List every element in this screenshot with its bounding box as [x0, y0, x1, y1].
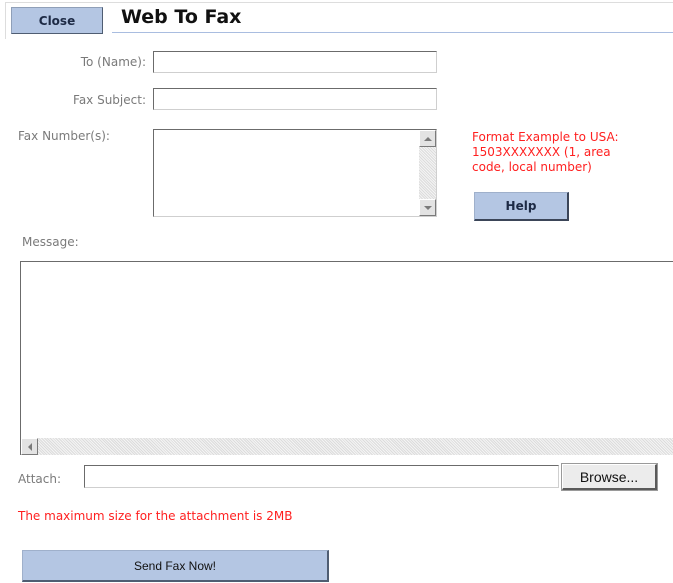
top-border — [5, 2, 673, 3]
fax-subject-label: Fax Subject: — [73, 93, 146, 107]
message-hscrollbar[interactable] — [21, 438, 673, 455]
scroll-up-icon[interactable] — [419, 130, 436, 147]
message-textarea[interactable] — [20, 261, 673, 455]
format-hint-line: Format Example to USA: — [472, 130, 619, 144]
attach-file-input[interactable] — [84, 465, 559, 488]
fax-numbers-scrollbar[interactable] — [419, 130, 436, 216]
format-hint-line: 1503XXXXXXX (1, area — [472, 145, 611, 159]
help-button[interactable]: Help — [474, 192, 569, 221]
fax-numbers-label: Fax Number(s): — [18, 129, 110, 143]
page-title: Web To Fax — [121, 6, 242, 28]
title-divider — [112, 32, 673, 33]
message-label: Message: — [22, 235, 79, 249]
close-button[interactable]: Close — [11, 7, 103, 34]
send-fax-button[interactable]: Send Fax Now! — [22, 550, 329, 582]
format-hint-line: code, local number) — [472, 160, 592, 174]
fax-numbers-textarea[interactable] — [153, 129, 437, 217]
fax-subject-input[interactable] — [153, 88, 437, 110]
attachment-size-note: The maximum size for the attachment is 2… — [18, 509, 293, 523]
scroll-down-icon[interactable] — [419, 199, 436, 216]
scroll-left-icon[interactable] — [21, 438, 38, 455]
attach-label: Attach: — [18, 472, 62, 486]
browse-button[interactable]: Browse... — [562, 464, 657, 490]
to-name-input[interactable] — [153, 51, 437, 73]
left-border — [5, 2, 6, 39]
to-name-label: To (Name): — [80, 55, 146, 69]
format-hint: Format Example to USA: 1503XXXXXXX (1, a… — [472, 130, 672, 175]
